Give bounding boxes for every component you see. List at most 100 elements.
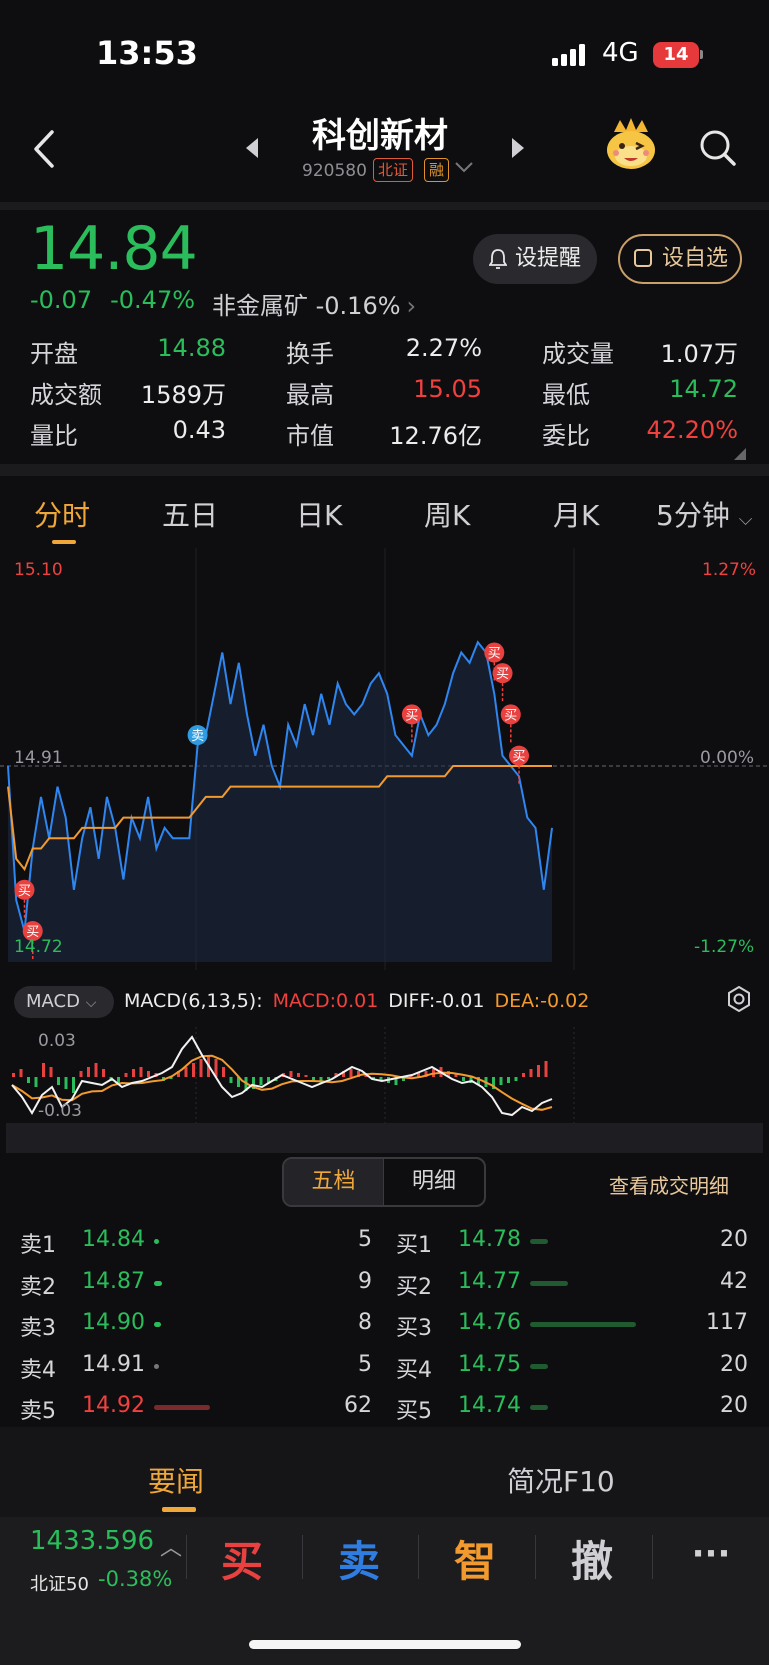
chevron-up-icon[interactable]: ︿ (160, 1530, 182, 1562)
back-icon[interactable] (26, 124, 66, 174)
divider (418, 1535, 419, 1579)
macd-bar (72, 1077, 75, 1093)
smart-button[interactable]: 智 (435, 1528, 515, 1589)
macd-bar (544, 1061, 548, 1077)
index-name: 北证50 (30, 1574, 89, 1595)
current-price: 14.84 (30, 214, 198, 284)
macd-bar (522, 1073, 525, 1077)
battery-tip (700, 50, 703, 59)
mascot-icon[interactable] (604, 118, 658, 172)
network-type: 4G (602, 38, 639, 68)
tab-month-k[interactable]: 月K (553, 494, 599, 534)
tab-5min[interactable]: 5分钟 ⌵ (656, 494, 752, 534)
macd-bar (499, 1077, 503, 1085)
signal-icon (552, 44, 585, 66)
macd-bar (79, 1071, 83, 1077)
macd-bar (514, 1077, 518, 1081)
divider (186, 1535, 187, 1579)
y-price-mid: 14.91 (14, 748, 63, 768)
prev-stock-icon[interactable] (244, 136, 260, 160)
indicator-select-label: MACD (26, 991, 80, 1012)
index-value[interactable]: 1433.596 (30, 1526, 154, 1556)
search-icon[interactable] (698, 128, 738, 168)
add-watchlist-button[interactable]: 设自选 (618, 234, 742, 284)
sell-level-label: 卖2 (20, 1274, 56, 1300)
sell-volume: 62 (344, 1393, 372, 1418)
more-button[interactable]: ··· (671, 1534, 751, 1574)
sell-level-label: 卖3 (20, 1316, 56, 1341)
buy-marker: 买 (500, 704, 521, 745)
sell-volume-bar (154, 1363, 159, 1369)
buy-price: 14.78 (458, 1227, 521, 1252)
set-alert-label: 设提醒 (515, 246, 582, 271)
macd-bar (87, 1067, 90, 1077)
buy-price: 14.77 (458, 1268, 521, 1294)
macd-bar (34, 1077, 38, 1087)
sell-button[interactable]: 卖 (319, 1528, 399, 1589)
macd-chart[interactable] (0, 1027, 769, 1155)
chevron-right-icon: › (406, 292, 417, 320)
macd-bar (102, 1069, 105, 1077)
next-stock-icon[interactable] (510, 136, 526, 160)
toggle-five-levels[interactable]: 五档 (284, 1159, 384, 1205)
indicator-select[interactable]: MACD ⌵ (14, 986, 114, 1018)
tab-five-day[interactable]: 五日 (162, 494, 218, 534)
buy-volume: 20 (720, 1227, 748, 1252)
expand-corner-icon[interactable] (734, 448, 746, 460)
macd-bar (529, 1069, 533, 1077)
macd-bar (222, 1067, 225, 1077)
volume-strip (6, 1123, 763, 1153)
macd-bar (57, 1077, 60, 1085)
intraday-chart[interactable]: 买买卖买买买买买 (0, 548, 769, 970)
macd-bar (184, 1067, 188, 1077)
macd-bar (462, 1077, 465, 1081)
sell-level-label: 卖1 (20, 1233, 56, 1258)
macd-bar (327, 1077, 330, 1079)
macd-bar (12, 1073, 15, 1077)
tab-day-k[interactable]: 日K (296, 494, 342, 534)
stat-label: 成交量 (542, 340, 614, 368)
change-percent: -0.47% (110, 286, 196, 314)
sell-price: 14.92 (82, 1393, 145, 1418)
chevron-down-icon: ⌵ (738, 509, 753, 530)
margin-tag: 融 (424, 158, 450, 182)
tab-news[interactable]: 要闻 (148, 1460, 204, 1500)
stat-label: 委比 (542, 422, 590, 450)
buy-button[interactable]: 买 (202, 1528, 282, 1589)
settings-icon[interactable] (726, 986, 752, 1012)
industry-link[interactable]: 非金属矿 -0.16% › (212, 286, 416, 321)
buy-level-label: 买3 (396, 1316, 432, 1341)
macd-bar (259, 1077, 263, 1085)
tab-week-k[interactable]: 周K (424, 494, 470, 534)
price-area (8, 642, 552, 962)
y-pct-top: 1.27% (702, 560, 757, 580)
set-alert-button[interactable]: 设提醒 (473, 234, 597, 284)
sell-volume: 9 (358, 1268, 372, 1294)
sell-volume: 5 (358, 1351, 372, 1377)
buy-volume: 42 (720, 1268, 748, 1294)
toggle-details[interactable]: 明细 (384, 1159, 484, 1205)
add-watchlist-label: 设自选 (662, 246, 729, 271)
buy-volume-bar (530, 1405, 549, 1410)
stat-value: 42.20% (646, 416, 738, 444)
view-trades-link[interactable]: 查看成交明细 (609, 1170, 729, 1199)
svg-text:买: 买 (496, 667, 509, 682)
buy-level-label: 买4 (396, 1357, 432, 1383)
macd-bar (19, 1069, 23, 1077)
chevron-down-icon[interactable] (454, 160, 474, 174)
tab-intraday[interactable]: 分时 (34, 494, 90, 534)
macd-bar (49, 1067, 53, 1077)
svg-text:买: 买 (513, 750, 526, 765)
macd-bar (507, 1077, 510, 1083)
macd-params: MACD(6,13,5): (124, 990, 263, 1012)
macd-bar (42, 1063, 45, 1077)
svg-text:买: 买 (405, 708, 418, 723)
cancel-order-button[interactable]: 撤 (552, 1528, 632, 1589)
sell-price: 14.87 (82, 1268, 145, 1294)
macd-bar (64, 1077, 68, 1089)
svg-text:卖: 卖 (191, 729, 204, 744)
tab-f10[interactable]: 简况F10 (507, 1460, 615, 1500)
stat-label: 最高 (286, 381, 334, 409)
divider (0, 202, 769, 210)
stock-code: 920580 (302, 161, 367, 181)
